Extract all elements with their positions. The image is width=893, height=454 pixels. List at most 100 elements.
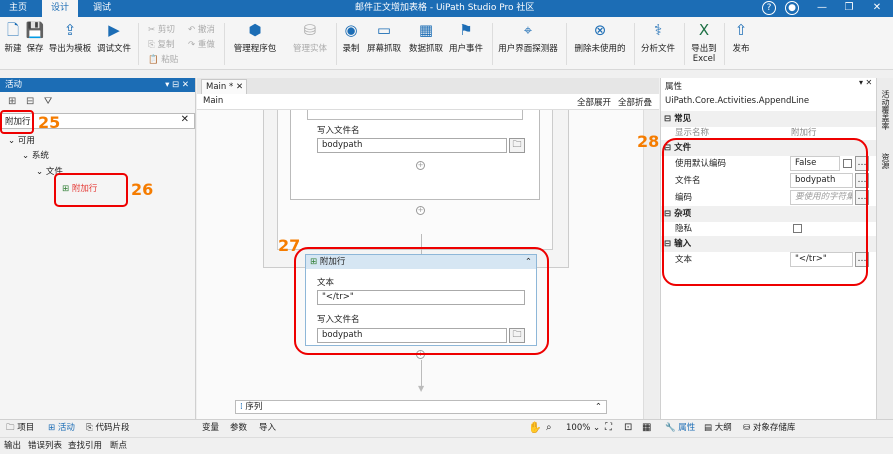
upper-activity-field [307, 110, 523, 120]
bottom-bar: 🗀 项目 ⊞ 活动 ⎘ 代码片段 变量 参数 导入 ✋ ⌕ 100% ⌄ ⛶ ⊡… [0, 419, 893, 437]
right-strip: 活动覆盖率 资源 [876, 78, 893, 419]
zoom-level[interactable]: 100% ⌄ [566, 420, 600, 436]
close-tab-icon[interactable]: ✕ [236, 82, 243, 92]
save-button[interactable]: 💾 保存 [24, 20, 46, 54]
publish-button[interactable]: ⇧ 发布 [728, 20, 754, 54]
highlight-25 [0, 110, 34, 134]
redo-button[interactable]: ↷ 重做 [188, 38, 215, 50]
upper-file-label: 写入文件名 [317, 126, 360, 136]
tab-variables[interactable]: 变量 [202, 420, 219, 436]
tab-home[interactable]: 主页 [0, 0, 36, 17]
user-events-button[interactable]: ⚑ 用户事件 [446, 20, 486, 54]
annotation-25: 25 [38, 113, 61, 132]
sequence-activity[interactable]: ⁞ 序列 ⌃ [235, 400, 607, 414]
explorer-icon: ⌖ [523, 21, 533, 39]
separator [684, 23, 685, 65]
help-icon[interactable]: ? [762, 1, 776, 15]
title-bar: 主页 设计 调试 邮件正文增加表格 - UiPath Studio Pro 社区… [0, 0, 893, 17]
excel-icon: X [698, 21, 710, 39]
package-icon: ⬢ [248, 21, 262, 39]
undo-button[interactable]: ↶ 撤消 [188, 23, 215, 35]
tab-error-list[interactable]: 错误列表 [28, 438, 62, 454]
paste-button[interactable]: 📋 粘贴 [148, 53, 178, 65]
screen-scraping-button[interactable]: ▭ 屏幕抓取 [364, 20, 404, 54]
upper-file-field[interactable]: bodypath [317, 138, 507, 153]
analyze-icon: ⚕ [653, 21, 663, 39]
publish-icon: ⇧ [734, 21, 748, 39]
tree-system[interactable]: ⌄ 系统 [22, 149, 49, 161]
expand-all-icon[interactable]: ⊞ [8, 96, 16, 107]
account-icon[interactable]: ● [785, 1, 799, 15]
cut-button[interactable]: ✂ 剪切 [148, 23, 175, 35]
debug-file-button[interactable]: ▶ 调试文件 [94, 20, 134, 54]
database-icon: ⛁ [303, 21, 317, 39]
export-template-button[interactable]: ⇪ 导出为模板 [46, 20, 94, 54]
separator [566, 23, 567, 65]
close-icon[interactable]: ✕ [870, 1, 884, 15]
copy-button[interactable]: ⎘ 复制 [148, 38, 175, 50]
highlight-26 [54, 173, 128, 207]
overview-icon[interactable]: ⊡ [624, 420, 632, 436]
export-icon: ⇪ [63, 21, 77, 39]
tab-properties[interactable]: 🔧 属性 [665, 420, 695, 436]
save-icon: 💾 [25, 21, 45, 39]
zoom-icon[interactable]: ⌕ [546, 420, 552, 436]
highlight-27 [294, 247, 549, 355]
activity-type: UiPath.Core.Activities.AppendLine [665, 96, 810, 106]
collapse-all-link[interactable]: 全部折叠 [618, 96, 652, 108]
browse-folder-icon[interactable]: 🗀 [509, 138, 525, 153]
tab-object-repository[interactable]: ⛁ 对象存储库 [743, 420, 795, 436]
sequence-icon: ⁞ [240, 402, 243, 412]
clear-search-icon[interactable]: ✕ [181, 114, 189, 125]
collapse-all-icon[interactable]: ⊟ [26, 96, 34, 107]
filter-icon[interactable]: ⛛ [44, 96, 52, 107]
tab-activities[interactable]: ⊞ 活动 [48, 420, 75, 436]
tab-output[interactable]: 输出 [4, 438, 21, 454]
canvas-scrollbar[interactable] [643, 110, 659, 419]
tab-debug[interactable]: 调试 [84, 0, 120, 17]
arrow-down-icon: ▼ [418, 384, 425, 393]
collapse-sequence-icon[interactable]: ⌃ [595, 401, 602, 413]
annotation-27: 27 [278, 236, 301, 255]
analyze-file-button[interactable]: ⚕ 分析文件 [638, 20, 678, 54]
separator [634, 23, 635, 65]
export-excel-button[interactable]: X 导出到 Excel [688, 20, 720, 64]
manage-packages-button[interactable]: ⬢ 管理程序包 [230, 20, 280, 54]
tree-available[interactable]: ⌄ 可用 [8, 134, 35, 146]
document-tabs: Main * ✕ [197, 78, 659, 94]
tab-imports[interactable]: 导入 [259, 420, 276, 436]
tab-breakpoints[interactable]: 断点 [110, 438, 127, 454]
add-activity-icon[interactable]: + [416, 206, 425, 215]
grid-icon[interactable]: ▦ [642, 420, 651, 436]
data-scraping-button[interactable]: ▦ 数据抓取 [406, 20, 446, 54]
remove-unused-button[interactable]: ⊗ 删除未使用的 [572, 20, 628, 54]
panel-toolbar: ⊞ ⊟ ⛛ [8, 96, 52, 107]
panel-options-icon[interactable]: ▾ ✕ [859, 78, 872, 87]
tab-activity-coverage[interactable]: 活动覆盖率 [880, 90, 891, 130]
tab-outline[interactable]: ▤ 大纲 [704, 420, 732, 436]
minimize-icon[interactable]: — [815, 1, 829, 15]
status-bar: 输出 错误列表 查找引用 断点 [0, 437, 893, 453]
restore-icon[interactable]: ❐ [842, 1, 856, 15]
ui-explorer-button[interactable]: ⌖ 用户界面探测器 [496, 20, 560, 54]
panel-options-icon[interactable]: ▾ ⊟ ✕ [165, 78, 189, 92]
new-button[interactable]: 🗋 新建 [2, 20, 24, 54]
expand-all-link[interactable]: 全部展开 [577, 96, 611, 108]
breadcrumb[interactable]: Main [203, 96, 223, 106]
pan-hand-icon[interactable]: ✋ [528, 420, 542, 436]
activities-panel-header: 活动 ▾ ⊟ ✕ [0, 78, 195, 92]
tab-snippets[interactable]: ⎘ 代码片段 [86, 420, 130, 436]
tab-project[interactable]: 🗀 项目 [6, 420, 34, 436]
tab-resources[interactable]: 资源 [880, 153, 891, 169]
new-file-icon: 🗋 [6, 21, 20, 39]
add-activity-icon[interactable]: + [416, 161, 425, 170]
tab-arguments[interactable]: 参数 [230, 420, 247, 436]
separator [138, 23, 139, 65]
tab-main[interactable]: Main * ✕ [201, 79, 247, 94]
tab-design[interactable]: 设计 [42, 0, 78, 17]
annotation-28: 28 [637, 132, 660, 151]
fit-screen-icon[interactable]: ⛶ [605, 420, 612, 436]
tab-find-references[interactable]: 查找引用 [68, 438, 102, 454]
manage-entities-button[interactable]: ⛁ 管理实体 [288, 20, 332, 54]
record-button[interactable]: ◉ 录制 [340, 20, 362, 54]
